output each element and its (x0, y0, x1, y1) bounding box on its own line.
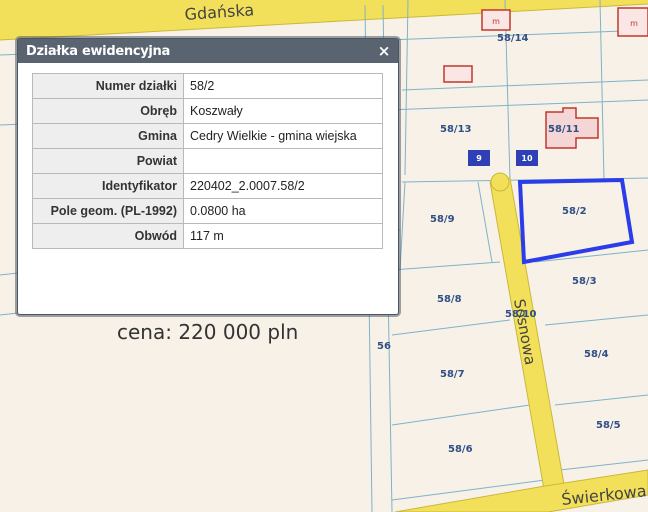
parcel-info-popup: Działka ewidencyjna × Numer działki 58/2… (17, 38, 399, 315)
row-label: Obręb (32, 98, 184, 124)
parcel-label-58-14: 58/14 (497, 33, 529, 44)
address-number-10: 10 (521, 154, 533, 163)
parcel-label-58-8: 58/8 (437, 294, 462, 305)
row-value: 220402_2.0007.58/2 (183, 173, 383, 199)
parcel-label-58-5: 58/5 (596, 420, 621, 431)
row-label: Obwód (32, 223, 184, 249)
table-row: Identyfikator 220402_2.0007.58/2 (32, 173, 383, 199)
table-row: Powiat (32, 148, 383, 174)
row-value: 0.0800 ha (183, 198, 383, 224)
row-label: Powiat (32, 148, 184, 174)
parcel-label-58-11: 58/11 (548, 124, 580, 135)
parcel-label-56: 56 (377, 341, 391, 352)
parcel-label-58-6: 58/6 (448, 444, 473, 455)
row-value: Koszwały (183, 98, 383, 124)
row-label: Numer działki (32, 73, 184, 99)
row-label: Gmina (32, 123, 184, 149)
popup-header: Działka ewidencyjna × (18, 39, 398, 63)
table-row: Obręb Koszwały (32, 98, 383, 124)
table-row: Numer działki 58/2 (32, 73, 383, 99)
popup-body: Numer działki 58/2 Obręb Koszwały Gmina … (18, 63, 398, 259)
building-small (443, 65, 473, 83)
sosnowa-road-end (490, 172, 510, 192)
row-value: 117 m (183, 223, 383, 249)
table-row: Pole geom. (PL-1992) 0.0800 ha (32, 198, 383, 224)
svg-text:m: m (492, 17, 500, 26)
row-value (183, 148, 383, 174)
row-value: Cedry Wielkie - gmina wiejska (183, 123, 383, 149)
parcel-label-58-9: 58/9 (430, 214, 455, 225)
row-label: Identyfikator (32, 173, 184, 199)
parcel-label-58-2: 58/2 (562, 206, 587, 217)
popup-title: Działka ewidencyjna (26, 43, 170, 59)
price-caption: cena: 220 000 pln (117, 320, 299, 344)
building-top-right: m (617, 7, 648, 37)
building-58-14: m (481, 9, 511, 31)
parcel-label-58-10: 58/10 (505, 309, 537, 320)
table-row: Obwód 117 m (32, 223, 383, 249)
table-row: Gmina Cedry Wielkie - gmina wiejska (32, 123, 383, 149)
svg-text:m: m (630, 19, 638, 28)
parcel-label-58-7: 58/7 (440, 369, 465, 380)
close-icon[interactable]: × (378, 42, 391, 60)
parcel-label-58-3: 58/3 (572, 276, 597, 287)
parcel-label-58-13: 58/13 (440, 124, 472, 135)
parcel-info-table: Numer działki 58/2 Obręb Koszwały Gmina … (32, 73, 383, 249)
row-label: Pole geom. (PL-1992) (32, 198, 184, 224)
address-number-9: 9 (476, 154, 482, 163)
parcel-label-58-4: 58/4 (584, 349, 609, 360)
row-value: 58/2 (183, 73, 383, 99)
